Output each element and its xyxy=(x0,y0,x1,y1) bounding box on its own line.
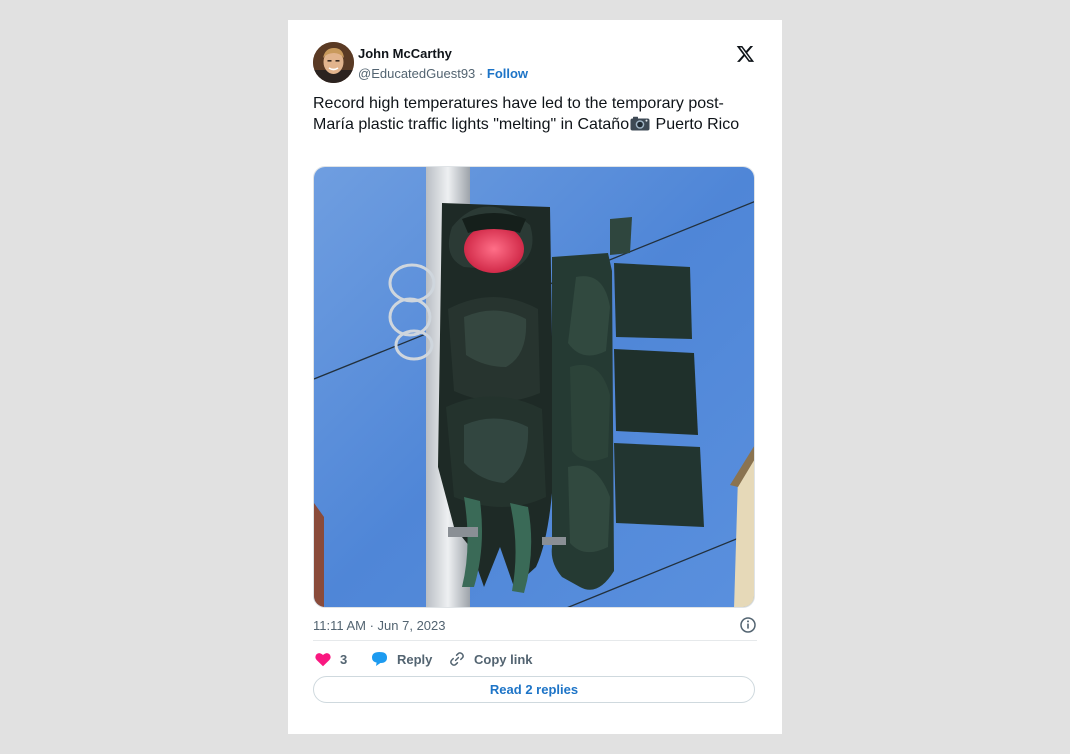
tweet-photo[interactable] xyxy=(313,166,755,608)
x-logo-icon[interactable] xyxy=(736,44,755,63)
melted-traffic-light-photo xyxy=(314,167,754,607)
speech-bubble-icon xyxy=(372,652,387,666)
like-count: 3 xyxy=(340,651,348,667)
link-icon xyxy=(450,652,464,666)
copy-link-button[interactable]: Copy link xyxy=(449,649,533,669)
follow-button[interactable]: Follow xyxy=(487,66,528,81)
camera-icon xyxy=(630,116,650,130)
tweet-card: John McCarthy @EducatedGuest93 · Follow … xyxy=(288,20,782,734)
reply-label: Reply xyxy=(397,651,433,667)
author-meta: @EducatedGuest93 · Follow xyxy=(358,66,528,81)
like-button[interactable]: 3 xyxy=(315,649,347,669)
tweet-text-part2: Puerto Rico xyxy=(651,115,740,133)
author-name[interactable]: John McCarthy xyxy=(358,46,452,61)
info-icon[interactable] xyxy=(739,616,757,634)
avatar-image xyxy=(313,42,354,83)
tweet-header: John McCarthy @EducatedGuest93 · Follow xyxy=(313,42,757,84)
avatar[interactable] xyxy=(313,42,354,83)
tweet-timestamp[interactable]: 11:11 AM · Jun 7, 2023 xyxy=(313,618,446,633)
action-bar: 3 Reply Copy link xyxy=(313,649,757,671)
divider xyxy=(313,640,757,641)
meta-separator: · xyxy=(478,66,484,81)
heart-icon xyxy=(315,652,331,666)
read-replies-button[interactable]: Read 2 replies xyxy=(313,676,755,703)
copy-link-label: Copy link xyxy=(474,651,533,667)
tweet-text: Record high temperatures have led to the… xyxy=(313,94,757,135)
timestamp-row: 11:11 AM · Jun 7, 2023 xyxy=(313,616,757,636)
author-handle[interactable]: @EducatedGuest93 xyxy=(358,66,475,81)
reply-button[interactable]: Reply xyxy=(371,649,432,669)
